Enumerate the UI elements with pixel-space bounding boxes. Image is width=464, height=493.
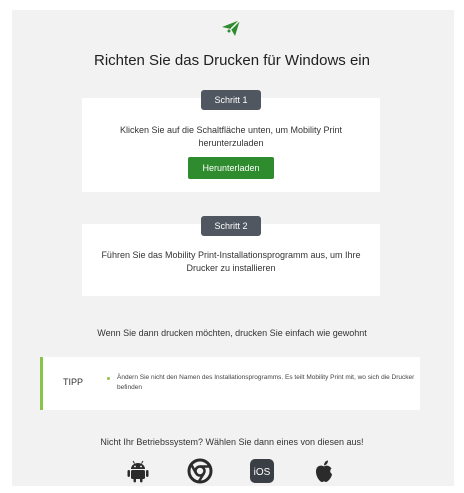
step-1-text: Klicken Sie auf die Schaltfläche unten, … xyxy=(119,125,343,148)
ios-label: iOS xyxy=(254,467,271,478)
tip-bullet-icon xyxy=(107,377,110,380)
other-os-prompt: Nicht Ihr Betriebssystem? Wählen Sie dan… xyxy=(100,437,364,447)
step-2-text: Führen Sie das Mobility Print-Installati… xyxy=(101,250,361,273)
step-2-badge: Schritt 2 xyxy=(201,216,261,236)
page-title: Richten Sie das Drucken für Windows ein xyxy=(94,52,370,69)
tip-label: TIPP xyxy=(63,377,84,387)
step-1-card: Schritt 1 Klicken Sie auf die Schaltfläc… xyxy=(82,90,380,192)
android-icon[interactable] xyxy=(125,458,151,484)
apple-icon[interactable] xyxy=(311,458,337,484)
download-button[interactable]: Herunterladen xyxy=(188,157,274,179)
tip-text: Ändern Sie nicht den Namen des Installat… xyxy=(117,374,415,391)
ios-icon[interactable]: iOS xyxy=(249,458,275,484)
step-2-card: Schritt 2 Führen Sie das Mobility Print-… xyxy=(82,216,380,296)
print-as-usual-note: Wenn Sie dann drucken möchten, drucken S… xyxy=(97,328,367,338)
os-selector: iOS xyxy=(0,458,464,486)
mobility-print-logo-icon xyxy=(222,19,241,36)
tip-box: TIPP Ändern Sie nicht den Namen des Inst… xyxy=(40,357,420,410)
step-1-badge: Schritt 1 xyxy=(201,90,261,110)
chrome-icon[interactable] xyxy=(187,458,213,484)
